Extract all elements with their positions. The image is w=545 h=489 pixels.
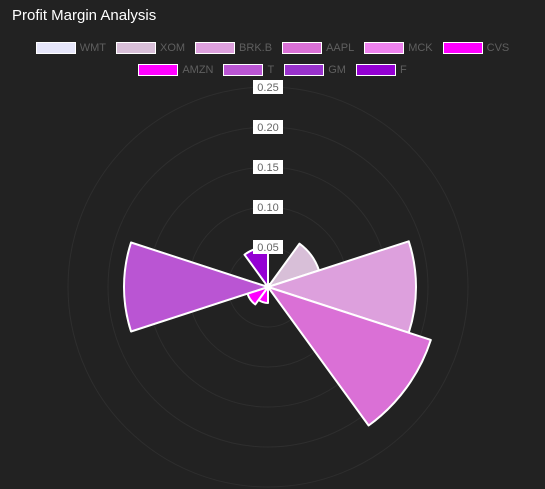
- tick-label: 0.10: [257, 202, 278, 214]
- radial-tick: 0.25: [253, 80, 283, 94]
- segments: [123, 240, 432, 427]
- radial-tick: 0.10: [253, 200, 283, 214]
- radial-tick: 0.15: [253, 160, 283, 174]
- tick-label: 0.20: [257, 122, 278, 134]
- polar-area-chart: 0.05 0.10 0.15 0.20 0.25: [67, 80, 469, 488]
- radial-tick: 0.20: [253, 120, 283, 134]
- radial-tick-labels: 0.05 0.10 0.15 0.20 0.25: [253, 80, 283, 254]
- tick-label: 0.05: [257, 242, 278, 254]
- tick-label: 0.15: [257, 162, 278, 174]
- tick-label: 0.25: [257, 82, 278, 94]
- radial-tick: 0.05: [253, 240, 283, 254]
